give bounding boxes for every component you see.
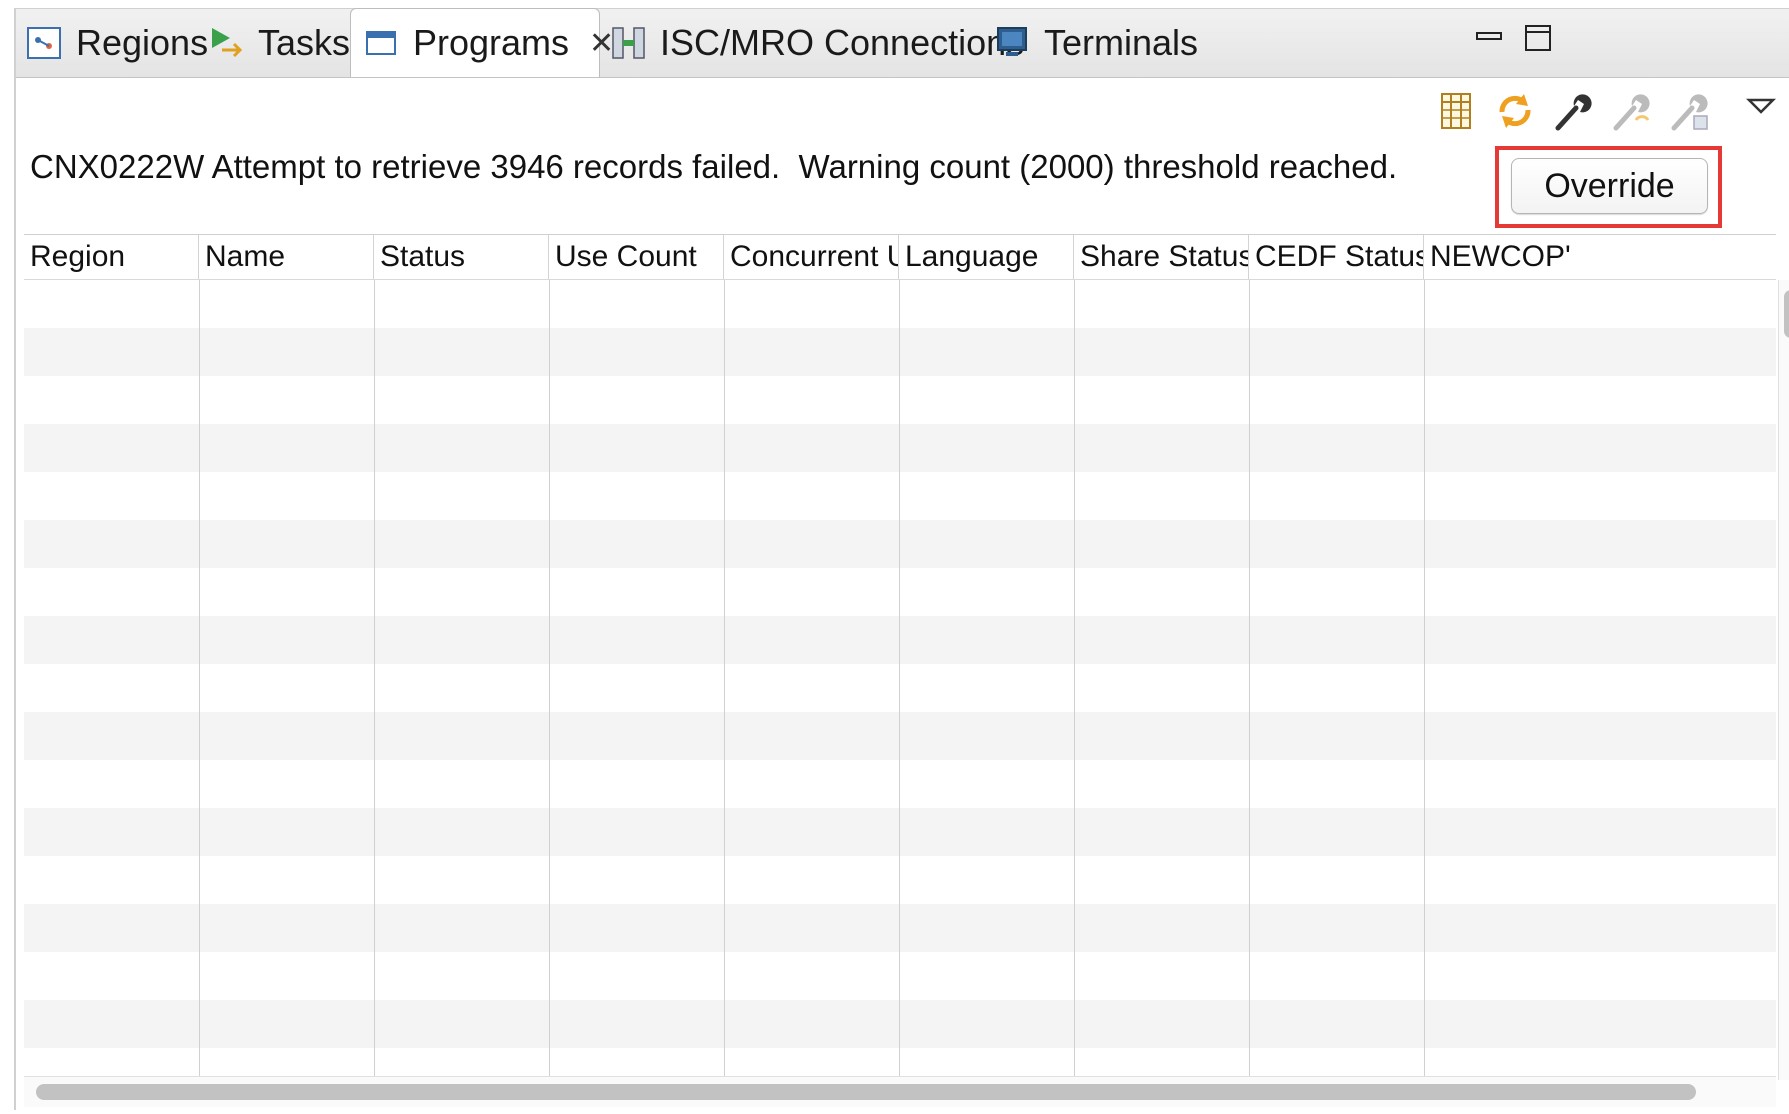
override-button[interactable]: Override bbox=[1511, 158, 1708, 214]
column-header-region[interactable]: Region bbox=[24, 235, 199, 279]
wrench-apply-icon bbox=[1610, 90, 1652, 132]
minimize-icon[interactable] bbox=[1474, 23, 1504, 53]
table-row bbox=[24, 760, 1776, 808]
warning-message: CNX0222W Attempt to retrieve 3946 record… bbox=[30, 148, 1398, 185]
table-body bbox=[24, 280, 1776, 1077]
table-row bbox=[24, 472, 1776, 520]
view-tab-bar: Regions Tasks Programs ✕ ISC/MRO Connect… bbox=[16, 8, 1789, 78]
regions-icon bbox=[26, 24, 64, 62]
horizontal-scrollbar[interactable] bbox=[24, 1076, 1776, 1107]
tab-label: Terminals bbox=[1044, 22, 1199, 63]
connections-icon bbox=[610, 24, 648, 62]
column-header-newcopy[interactable]: NEWCOP' bbox=[1424, 235, 1776, 279]
tab-isc-mro-connections[interactable]: ISC/MRO Connections bbox=[610, 9, 1024, 77]
table-row bbox=[24, 328, 1776, 376]
tab-label: Programs bbox=[413, 22, 570, 63]
column-header-name[interactable]: Name bbox=[199, 235, 374, 279]
column-header-share-status[interactable]: Share Status bbox=[1074, 235, 1249, 279]
vertical-scrollbar[interactable] bbox=[1778, 280, 1789, 1080]
wrench-save-icon bbox=[1668, 90, 1710, 132]
table-header: Region Name Status Use Count Concurrent … bbox=[24, 235, 1776, 280]
column-header-status[interactable]: Status bbox=[374, 235, 549, 279]
tab-programs[interactable]: Programs ✕ bbox=[350, 8, 614, 77]
column-divider bbox=[1249, 280, 1250, 1077]
columns-icon[interactable] bbox=[1436, 90, 1478, 132]
column-header-use-count[interactable]: Use Count bbox=[549, 235, 724, 279]
table-row bbox=[24, 664, 1776, 712]
column-header-concurrent-use[interactable]: Concurrent U bbox=[724, 235, 899, 279]
column-divider bbox=[1074, 280, 1075, 1077]
column-divider bbox=[374, 280, 375, 1077]
column-divider bbox=[1424, 280, 1425, 1077]
view-menu-icon[interactable] bbox=[1745, 90, 1777, 132]
table-row bbox=[24, 424, 1776, 472]
refresh-icon[interactable] bbox=[1494, 90, 1536, 132]
programs-icon bbox=[363, 24, 401, 62]
tab-label: ISC/MRO Connections bbox=[660, 22, 1025, 63]
table-row bbox=[24, 568, 1776, 616]
column-divider bbox=[724, 280, 725, 1077]
column-divider bbox=[199, 280, 200, 1077]
column-divider bbox=[549, 280, 550, 1077]
programs-view: Regions Tasks Programs ✕ ISC/MRO Connect… bbox=[14, 8, 1789, 1110]
column-divider bbox=[899, 280, 900, 1077]
tab-regions[interactable]: Regions bbox=[26, 9, 208, 77]
table-row bbox=[24, 520, 1776, 568]
tasks-icon bbox=[208, 24, 246, 62]
table-row bbox=[24, 712, 1776, 760]
table-row bbox=[24, 1048, 1776, 1077]
vertical-scrollbar-thumb[interactable] bbox=[1784, 290, 1789, 338]
table-row bbox=[24, 280, 1776, 328]
table-row bbox=[24, 376, 1776, 424]
tab-label: Tasks bbox=[258, 22, 351, 63]
terminals-icon bbox=[994, 24, 1032, 62]
table-row bbox=[24, 856, 1776, 904]
tab-tasks[interactable]: Tasks bbox=[208, 9, 350, 77]
maximize-icon[interactable] bbox=[1523, 23, 1553, 53]
wrench-icon[interactable] bbox=[1552, 90, 1594, 132]
tab-label: Regions bbox=[76, 22, 209, 63]
horizontal-scrollbar-thumb[interactable] bbox=[36, 1084, 1696, 1100]
column-header-cedf-status[interactable]: CEDF Status bbox=[1249, 235, 1424, 279]
table-row bbox=[24, 1000, 1776, 1048]
table-row bbox=[24, 616, 1776, 664]
table-row bbox=[24, 904, 1776, 952]
tab-terminals[interactable]: Terminals bbox=[994, 9, 1198, 77]
column-header-language[interactable]: Language bbox=[899, 235, 1074, 279]
programs-table[interactable]: Region Name Status Use Count Concurrent … bbox=[24, 234, 1776, 1077]
table-row bbox=[24, 952, 1776, 1000]
table-row bbox=[24, 808, 1776, 856]
